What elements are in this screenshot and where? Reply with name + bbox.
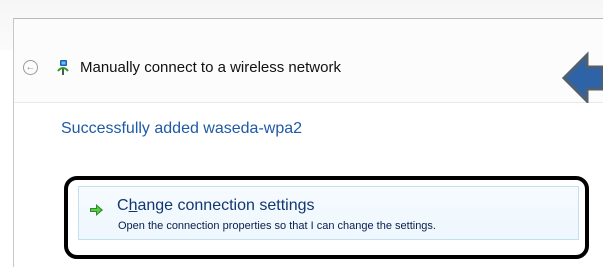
back-button[interactable]: ← [23, 60, 38, 75]
network-icon-screen [61, 61, 66, 65]
blue-arrow-shape [562, 51, 603, 105]
blue-arrow-icon [562, 51, 603, 105]
back-arrow-icon: ← [25, 61, 36, 73]
network-icon-base [62, 69, 64, 75]
success-message: Successfully added waseda-wpa2 [61, 120, 303, 137]
dialog-title: Manually connect to a wireless network [80, 59, 341, 76]
dialog-screen: ← Manually connect to a wireless network… [0, 0, 603, 267]
wireless-network-icon [57, 60, 69, 75]
highlight-box [64, 176, 589, 259]
